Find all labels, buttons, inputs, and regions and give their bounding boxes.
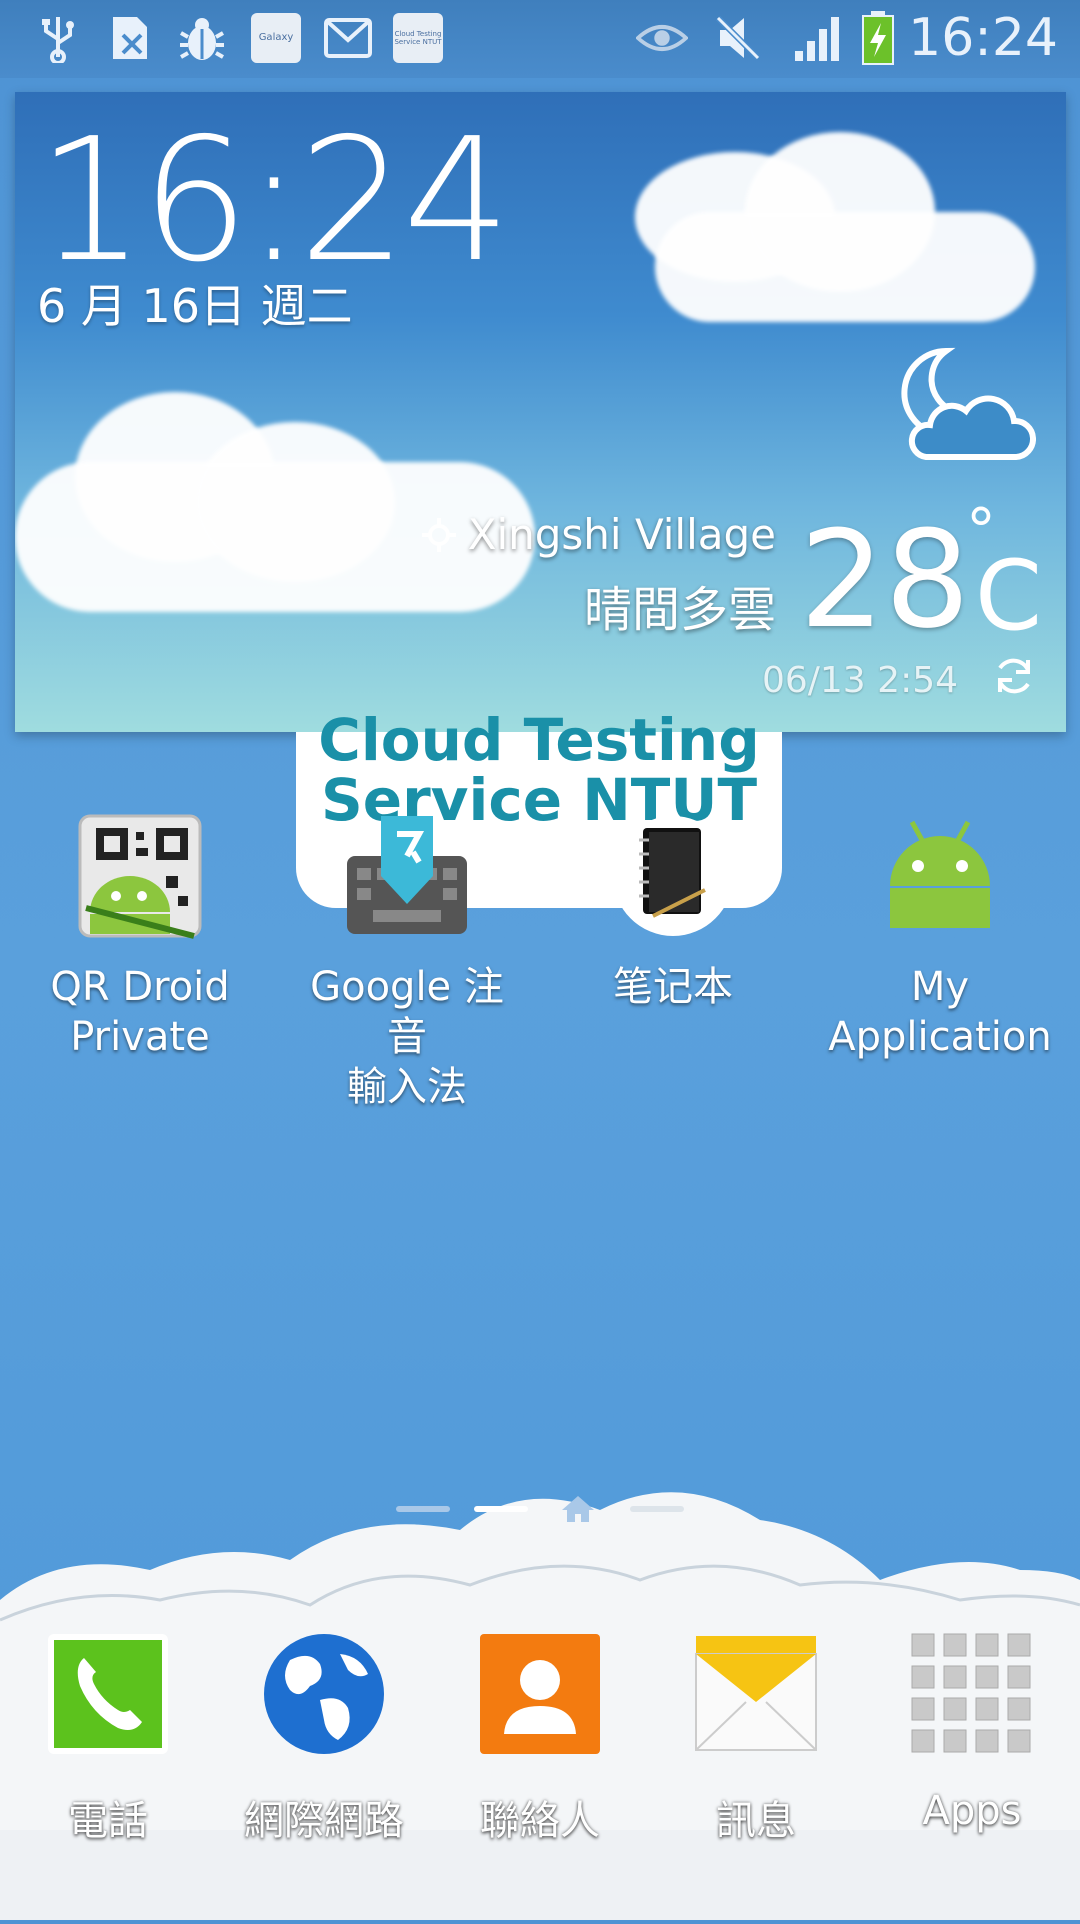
page-dot-1[interactable] — [396, 1506, 450, 1512]
dock-internet[interactable]: 網際網路 — [216, 1630, 432, 1846]
mail-icon — [322, 12, 374, 64]
galaxy-icon: Galaxy — [250, 12, 302, 64]
moon-cloud-icon — [886, 347, 1037, 471]
usb-icon — [32, 12, 84, 64]
weather-condition: 晴間多雲 — [583, 582, 776, 638]
dock-apps[interactable]: Apps — [864, 1630, 1080, 1834]
weather-temperature: 28 — [799, 502, 970, 658]
dock-label: Apps — [922, 1788, 1022, 1834]
cloud-testing-line1: Cloud Testing — [318, 706, 760, 774]
location-label: Xingshi Village — [467, 510, 776, 559]
contact-icon — [476, 1630, 604, 1758]
phone-icon — [44, 1630, 172, 1758]
page-dot-4[interactable] — [630, 1506, 684, 1512]
home-page-icon[interactable] — [560, 1494, 596, 1528]
globe-icon — [260, 1630, 388, 1758]
mute-icon — [712, 12, 764, 64]
app-qr-droid[interactable]: QR Droid Private — [25, 812, 255, 1062]
dock-label: 訊息 — [716, 1798, 796, 1844]
location-icon — [421, 517, 456, 552]
weather-widget[interactable]: 16:24 6 月 16日 週二 Xingshi Village 晴間多雲 28… — [15, 92, 1066, 732]
app-label-line1: Google 注音 — [310, 964, 504, 1060]
temperature-unit: C — [974, 540, 1042, 652]
app-label-line2: 輸入法 — [347, 1064, 467, 1110]
status-bar: Galaxy Cloud Testing Service NTUT 16:24 — [0, 0, 1080, 78]
app-label-line1: QR Droid — [50, 964, 230, 1010]
app-my-application[interactable]: My Application — [825, 812, 1055, 1062]
eye-icon — [636, 12, 688, 64]
notebook-icon — [609, 812, 737, 940]
app-google-zhuyin[interactable]: Google 注音 輸入法 — [292, 812, 522, 1112]
app-notebook[interactable]: 笔记本 — [558, 812, 788, 1012]
battery-icon — [852, 11, 904, 65]
app-label-line1: My — [910, 964, 970, 1010]
app-label-line2: Application — [828, 1014, 1052, 1060]
page-dot-2[interactable] — [474, 1506, 528, 1512]
weather-updated-time: 06/13 2:54 — [761, 660, 958, 701]
qr-droid-icon — [76, 812, 204, 940]
cloud-testing-label: Cloud Testing Service NTUT — [393, 13, 443, 63]
app-label-line1: 笔记本 — [613, 964, 733, 1010]
refresh-icon[interactable] — [992, 654, 1036, 702]
bug-icon — [176, 12, 228, 64]
apps-grid-icon — [908, 1630, 1036, 1758]
page-indicator — [0, 1494, 1080, 1524]
galaxy-label: Galaxy — [251, 13, 301, 63]
android-icon — [876, 812, 1004, 940]
dock-phone[interactable]: 電話 — [0, 1630, 216, 1846]
cloud-testing-icon: Cloud Testing Service NTUT — [392, 12, 444, 64]
weather-location[interactable]: Xingshi Village — [420, 510, 776, 559]
app-label-line2: Private — [70, 1014, 210, 1060]
envelope-icon — [692, 1630, 820, 1758]
keyboard-icon — [343, 812, 471, 940]
widget-date: 6 月 16日 週二 — [37, 279, 353, 333]
signal-icon — [792, 12, 844, 64]
dock-label: 網際網路 — [244, 1798, 404, 1844]
dock-label: 聯絡人 — [480, 1798, 600, 1844]
status-time: 16:24 — [908, 8, 1058, 68]
sim-icon — [104, 12, 156, 64]
dock-messages[interactable]: 訊息 — [648, 1630, 864, 1846]
dock-label: 電話 — [68, 1798, 148, 1844]
dock-contacts[interactable]: 聯絡人 — [432, 1630, 648, 1846]
